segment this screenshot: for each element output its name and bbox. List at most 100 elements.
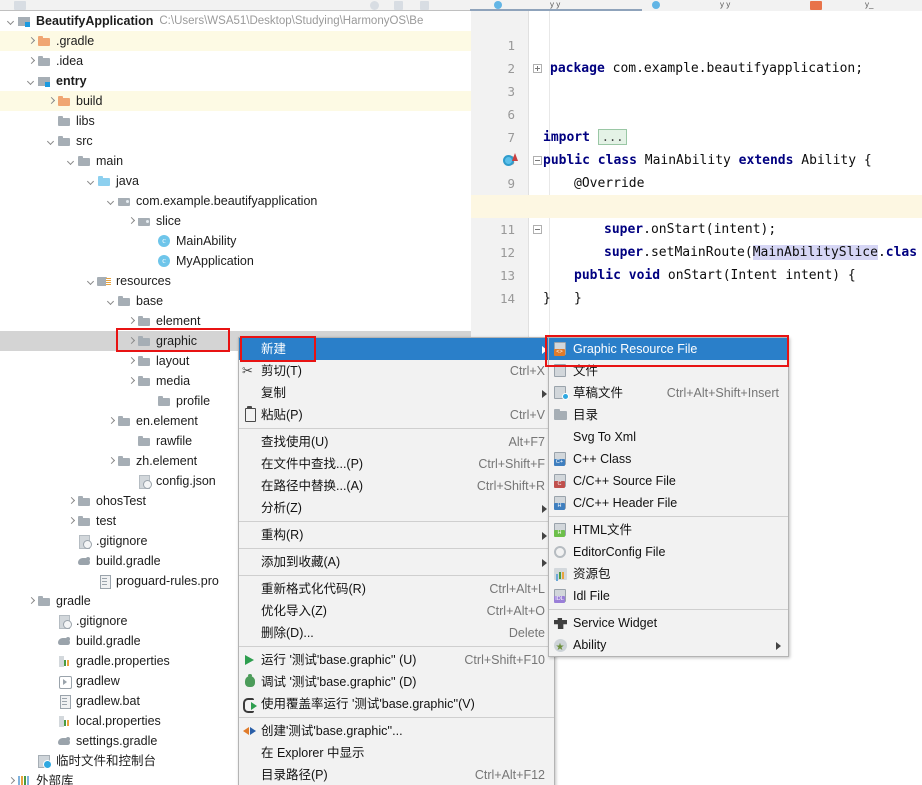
submenu-item[interactable]: C C/C++ Source File bbox=[549, 470, 788, 492]
context-menu-item[interactable]: 在 Explorer 中显示 bbox=[239, 742, 554, 764]
context-menu-item[interactable]: 重新格式化代码(R) Ctrl+Alt+L bbox=[239, 578, 554, 600]
gradle-file-icon bbox=[57, 734, 72, 748]
tree-row[interactable]: main bbox=[0, 151, 471, 171]
chevron-right-icon[interactable] bbox=[126, 336, 137, 347]
chevron-right-icon[interactable] bbox=[26, 36, 37, 47]
new-file-submenu[interactable]: <> Graphic Resource File 文件 草稿文件 Ctrl+Alt+Sh… bbox=[548, 337, 789, 659]
folder-icon bbox=[117, 294, 132, 308]
chevron-right-icon[interactable] bbox=[126, 216, 137, 227]
chevron-right-icon[interactable] bbox=[26, 596, 37, 607]
fold-collapse-icon-2[interactable] bbox=[533, 225, 542, 234]
menu-separator bbox=[549, 516, 788, 517]
chevron-right-icon[interactable] bbox=[26, 56, 37, 67]
submenu-item[interactable]: Svg To Xml bbox=[549, 426, 788, 448]
context-menu-item[interactable]: 重构(R) bbox=[239, 524, 554, 546]
tree-row[interactable]: element bbox=[0, 311, 471, 331]
submenu-arrow-icon bbox=[542, 346, 547, 354]
submenu-item[interactable]: H HTML文件 bbox=[549, 519, 788, 541]
context-menu-item[interactable]: 使用覆盖率运行 '测试'base.graphic''(V) bbox=[239, 693, 554, 715]
chevron-down-icon[interactable] bbox=[86, 276, 97, 287]
context-menu-item[interactable]: 优化导入(Z) Ctrl+Alt+O bbox=[239, 600, 554, 622]
fold-expand-icon[interactable] bbox=[533, 64, 542, 73]
context-menu-item[interactable]: 在文件中查找...(P) Ctrl+Shift+F bbox=[239, 453, 554, 475]
submenu-item[interactable]: 文件 bbox=[549, 360, 788, 382]
paste-icon bbox=[239, 404, 261, 426]
tree-row[interactable]: MainAbility bbox=[0, 231, 471, 251]
folder-orange-icon bbox=[57, 94, 72, 108]
tab-label-3[interactable]: y_ bbox=[865, 0, 873, 9]
tree-row[interactable]: libs bbox=[0, 111, 471, 131]
tree-row[interactable]: MyApplication bbox=[0, 251, 471, 271]
tree-row[interactable]: src bbox=[0, 131, 471, 151]
tree-row[interactable]: .gradle bbox=[0, 31, 471, 51]
submenu-item[interactable]: 目录 bbox=[549, 404, 788, 426]
tree-row-label: .idea bbox=[56, 54, 84, 68]
context-menu-item[interactable]: 添加到收藏(A) bbox=[239, 551, 554, 573]
tree-row[interactable]: BeautifyApplication C:\Users\WSA51\Deskto… bbox=[0, 11, 471, 31]
chevron-right-icon[interactable] bbox=[126, 316, 137, 327]
toolbar-icon-hide[interactable] bbox=[420, 1, 429, 10]
folder-icon bbox=[37, 54, 52, 68]
folder-icon bbox=[57, 134, 72, 148]
tree-row[interactable]: com.example.beautifyapplication bbox=[0, 191, 471, 211]
submenu-item[interactable]: 草稿文件 Ctrl+Alt+Shift+Insert bbox=[549, 382, 788, 404]
context-menu-item[interactable]: 运行 '测试'base.graphic'' (U) Ctrl+Shift+F10 bbox=[239, 649, 554, 671]
toolbar-icon-project[interactable] bbox=[14, 1, 26, 10]
gitignore-file-icon bbox=[57, 614, 72, 629]
tab-label-2[interactable]: y y bbox=[720, 0, 730, 9]
chevron-right-icon[interactable] bbox=[106, 416, 117, 427]
chevron-right-icon[interactable] bbox=[6, 776, 17, 785]
chevron-down-icon[interactable] bbox=[66, 156, 77, 167]
chevron-down-icon[interactable] bbox=[26, 76, 37, 87]
context-menu-item[interactable]: 调试 '测试'base.graphic'' (D) bbox=[239, 671, 554, 693]
chevron-right-icon[interactable] bbox=[66, 516, 77, 527]
chevron-down-icon[interactable] bbox=[106, 196, 117, 207]
chevron-down-icon[interactable] bbox=[86, 176, 97, 187]
chevron-right-icon[interactable] bbox=[66, 496, 77, 507]
tree-row[interactable]: resources bbox=[0, 271, 471, 291]
context-menu-item[interactable]: 粘贴(P) Ctrl+V bbox=[239, 404, 554, 426]
toolbar-icon-collapse[interactable] bbox=[394, 1, 403, 10]
submenu-item[interactable]: EditorConfig File bbox=[549, 541, 788, 563]
context-menu-item[interactable]: 创建'测试'base.graphic''... bbox=[239, 720, 554, 742]
tree-row-label: proguard-rules.pro bbox=[116, 574, 219, 588]
chevron-right-icon[interactable] bbox=[126, 376, 137, 387]
context-menu-item[interactable]: 复制 bbox=[239, 382, 554, 404]
chevron-down-icon[interactable] bbox=[6, 16, 17, 27]
context-menu[interactable]: 新建剪切(T) Ctrl+X 复制粘贴(P) Ctrl+V 查找使用(U) Alt+F7 在… bbox=[238, 337, 555, 785]
folder-icon bbox=[77, 494, 92, 508]
folder-orange-icon bbox=[37, 34, 52, 48]
toolbar-icon-settings[interactable] bbox=[370, 1, 379, 10]
tree-row[interactable]: entry bbox=[0, 71, 471, 91]
context-menu-item[interactable]: 剪切(T) Ctrl+X bbox=[239, 360, 554, 382]
submenu-item[interactable]: <> Graphic Resource File bbox=[549, 338, 788, 360]
tree-row[interactable]: build bbox=[0, 91, 471, 111]
submenu-item[interactable]: IDL Idl File bbox=[549, 585, 788, 607]
submenu-item[interactable]: C+ C++ Class bbox=[549, 448, 788, 470]
chevron-right-icon[interactable] bbox=[126, 356, 137, 367]
tab-label-1[interactable]: y y bbox=[550, 0, 560, 9]
submenu-item[interactable]: 资源包 bbox=[549, 563, 788, 585]
submenu-item[interactable]: Service Widget bbox=[549, 612, 788, 634]
tree-row[interactable]: base bbox=[0, 291, 471, 311]
chevron-right-icon[interactable] bbox=[106, 456, 117, 467]
tree-row-label: MyApplication bbox=[176, 254, 254, 268]
context-menu-item[interactable]: 分析(Z) bbox=[239, 497, 554, 519]
chevron-down-icon[interactable] bbox=[106, 296, 117, 307]
chevron-right-icon[interactable] bbox=[46, 96, 57, 107]
context-menu-item[interactable]: 查找使用(U) Alt+F7 bbox=[239, 431, 554, 453]
chevron-down-icon[interactable] bbox=[46, 136, 57, 147]
context-menu-item[interactable]: 删除(D)... Delete bbox=[239, 622, 554, 644]
executable-file-icon bbox=[57, 674, 72, 689]
tree-row[interactable]: java bbox=[0, 171, 471, 191]
submenu-item[interactable]: Ability bbox=[549, 634, 788, 659]
context-menu-item[interactable]: 目录路径(P) Ctrl+Alt+F12 bbox=[239, 764, 554, 785]
fold-collapse-icon[interactable] bbox=[533, 156, 542, 165]
tree-row[interactable]: slice bbox=[0, 211, 471, 231]
tree-row[interactable]: .idea bbox=[0, 51, 471, 71]
context-menu-item[interactable]: 新建 bbox=[239, 338, 554, 360]
context-menu-item[interactable]: 在路径中替换...(A) Ctrl+Shift+R bbox=[239, 475, 554, 497]
tree-row-label: base bbox=[136, 294, 164, 308]
submenu-item[interactable]: H C/C++ Header File bbox=[549, 492, 788, 514]
